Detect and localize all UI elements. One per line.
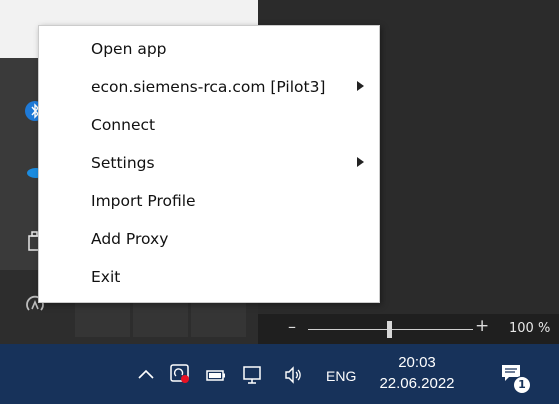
notification-icon[interactable]: 1 — [500, 362, 531, 394]
zoom-bar: – + 100 % — [258, 314, 559, 344]
notification-count-badge: 1 — [513, 376, 531, 394]
menu-item-label: econ.siemens-rca.com [Pilot3] — [91, 78, 326, 96]
menu-item-settings[interactable]: Settings — [39, 145, 379, 183]
tray-context-menu: Open app econ.siemens-rca.com [Pilot3] C… — [38, 25, 380, 303]
zoom-level: 100 % — [509, 321, 551, 336]
speaker-icon[interactable] — [283, 364, 305, 386]
zoom-out-button[interactable]: – — [288, 317, 296, 336]
menu-item-label: Settings — [91, 154, 155, 172]
menu-item-connect[interactable]: Connect — [39, 107, 379, 145]
menu-item-exit[interactable]: Exit — [39, 259, 379, 297]
zoom-in-button[interactable]: + — [475, 316, 489, 336]
zoom-slider-thumb[interactable] — [387, 321, 392, 338]
menu-item-import-profile[interactable]: Import Profile — [39, 183, 379, 221]
clock-date: 22.06.2022 — [379, 375, 455, 392]
menu-item-label: Import Profile — [91, 192, 196, 210]
menu-item-label: Add Proxy — [91, 230, 169, 248]
vpn-client-icon[interactable] — [169, 362, 191, 384]
taskbar: ENG 20:03 22.06.2022 1 — [0, 344, 559, 404]
menu-item-label: Connect — [91, 116, 156, 134]
menu-item-open-app[interactable]: Open app — [39, 31, 379, 69]
clock[interactable]: 20:03 22.06.2022 — [373, 353, 461, 395]
battery-icon[interactable] — [205, 364, 227, 386]
network-icon[interactable] — [241, 364, 263, 386]
chevron-up-icon[interactable] — [135, 364, 157, 386]
menu-item-label: Exit — [91, 268, 121, 286]
submenu-arrow-icon — [357, 81, 364, 91]
menu-item-label: Open app — [91, 40, 167, 58]
menu-item-add-proxy[interactable]: Add Proxy — [39, 221, 379, 259]
input-language[interactable]: ENG — [326, 368, 356, 384]
menu-item-profile[interactable]: econ.siemens-rca.com [Pilot3] — [39, 69, 379, 107]
clock-time: 20:03 — [398, 354, 436, 371]
submenu-arrow-icon — [357, 157, 364, 167]
